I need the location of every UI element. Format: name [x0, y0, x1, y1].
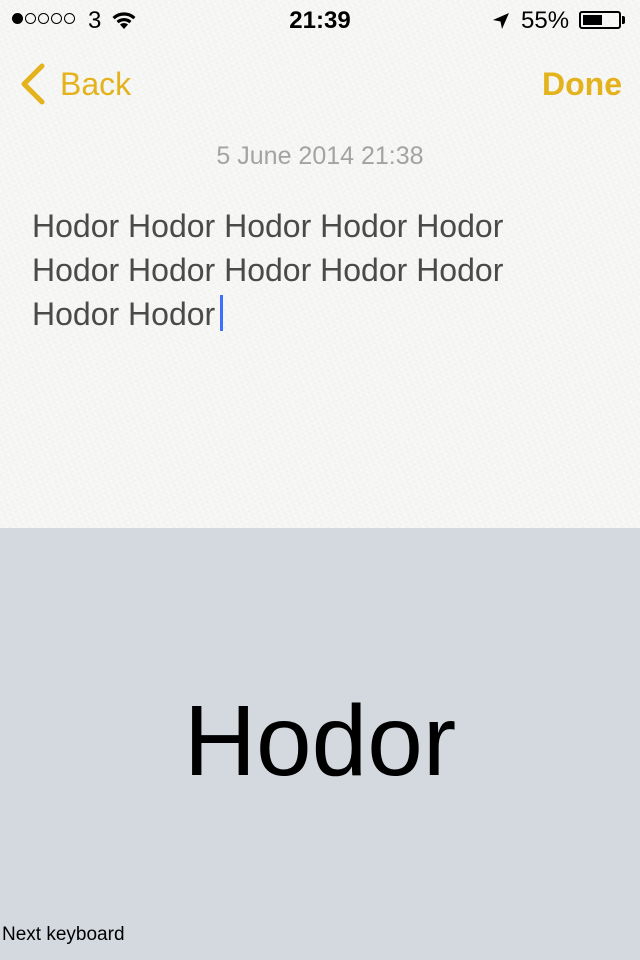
note-text-editor[interactable]: Hodor Hodor Hodor Hodor Hodor Hodor Hodo…: [32, 204, 592, 336]
note-line-text: Hodor Hodor Hodor Hodor Hodor: [32, 252, 504, 288]
custom-keyboard: Hodor Next keyboard: [0, 528, 640, 960]
hodor-key[interactable]: Hodor: [0, 684, 640, 799]
battery-percent: 55%: [521, 7, 570, 34]
status-bar: 3 21:39 55%: [0, 0, 640, 40]
location-arrow-icon: [491, 10, 511, 38]
back-chevron-icon: [21, 63, 45, 105]
note-line: Hodor Hodor Hodor Hodor Hodor: [32, 208, 504, 244]
note-line: Hodor Hodor Hodor Hodor Hodor: [32, 248, 592, 292]
note-date: 5 June 2014 21:38: [216, 142, 424, 170]
back-button[interactable]: Back: [18, 62, 131, 106]
battery-tip: [622, 16, 625, 24]
note-line: Hodor Hodor: [32, 292, 592, 336]
back-button-label: Back: [60, 65, 132, 102]
note-line-text: Hodor Hodor: [32, 296, 216, 332]
text-caret: [220, 295, 224, 331]
battery-fill: [583, 15, 602, 25]
done-button[interactable]: Done: [542, 62, 622, 106]
battery-icon: [579, 11, 621, 29]
next-keyboard-button[interactable]: Next keyboard: [2, 924, 125, 946]
